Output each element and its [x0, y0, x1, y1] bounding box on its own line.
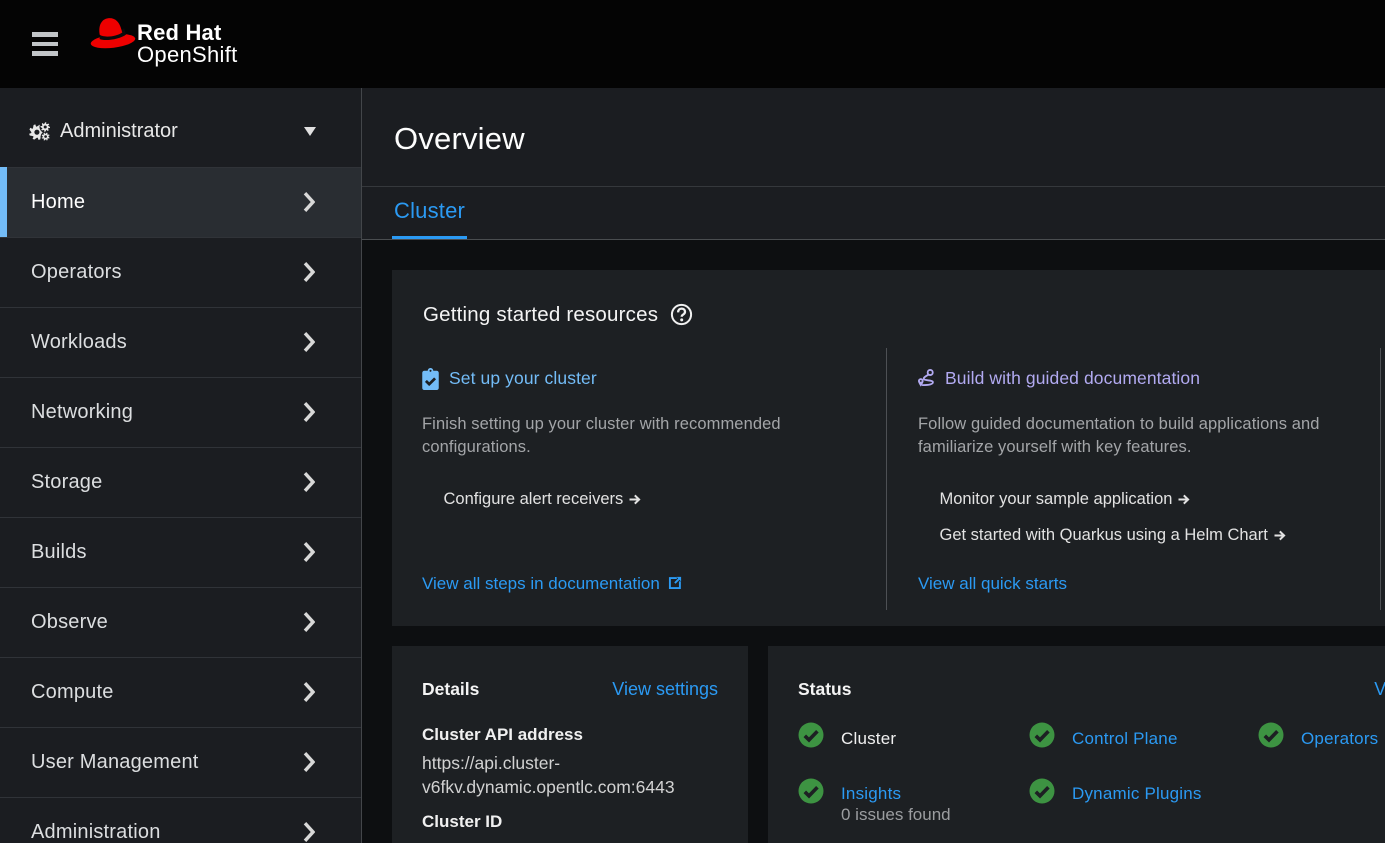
cluster-id-label: Cluster ID: [422, 810, 718, 834]
sidebar-item-storage[interactable]: Storage: [0, 447, 361, 517]
getting-started-title: Getting started resources: [423, 301, 658, 328]
sidebar-item-networking[interactable]: Networking: [0, 377, 361, 447]
sidebar-item-observe[interactable]: Observe: [0, 587, 361, 657]
status-title: Status: [798, 677, 851, 701]
chevron-right-icon: [303, 401, 315, 423]
status-link[interactable]: Control Plane: [1072, 729, 1178, 748]
chevron-right-icon: [303, 191, 315, 213]
getting-started-card: Getting started resources: [392, 270, 1385, 626]
sidebar-item-label: User Management: [31, 751, 199, 774]
help-button[interactable]: [670, 303, 693, 326]
status-item-control-plane: Control Plane: [1029, 722, 1258, 751]
getting-started-col-offscreen: [1380, 348, 1385, 610]
chevron-right-icon: [303, 751, 315, 773]
page-header: Overview: [362, 88, 1385, 187]
status-card: Status View alerts Cluster Control Plane O…: [768, 646, 1385, 843]
redhat-fedora-icon: [90, 17, 136, 49]
masthead: Red Hat OpenShift: [0, 0, 1385, 88]
details-list: Cluster API address https://api.cluster-…: [422, 723, 718, 834]
sidebar-item-administration[interactable]: Administration: [0, 797, 361, 843]
chevron-right-icon: [303, 471, 315, 493]
check-circle-icon: [1029, 778, 1055, 804]
caret-down-icon: [304, 127, 316, 136]
sidebar-item-user-management[interactable]: User Management: [0, 727, 361, 797]
content-area: Getting started resources: [362, 240, 1385, 843]
status-subtext: 0 issues found: [841, 803, 951, 827]
sidebar-item-compute[interactable]: Compute: [0, 657, 361, 727]
external-link-icon: [668, 576, 682, 590]
sidebar-item-label: Administration: [31, 821, 161, 843]
view-settings-link[interactable]: View settings: [612, 679, 718, 700]
status-link[interactable]: Insights: [841, 784, 901, 803]
sidebar-item-label: Compute: [31, 681, 114, 704]
monitor-sample-app-link[interactable]: Monitor your sample application: [940, 487, 1191, 511]
sidebar-item-label: Operators: [31, 261, 122, 284]
sidebar-nav-list: Home Operators Workloads Networking Storage B…: [0, 167, 361, 843]
status-item-insights: Insights0 issues found: [798, 778, 1029, 827]
chevron-right-icon: [303, 261, 315, 283]
sidebar-nav: Administrator Home Operators Workloads Netw…: [0, 88, 362, 843]
view-alerts-link[interactable]: View alerts: [1374, 679, 1385, 700]
clipboard-check-icon: [422, 368, 439, 390]
brand-line1: Red Hat: [137, 24, 238, 42]
chevron-right-icon: [303, 611, 315, 633]
tab-cluster[interactable]: Cluster: [392, 187, 467, 239]
sidebar-item-label: Observe: [31, 611, 108, 634]
sidebar-item-label: Storage: [31, 471, 102, 494]
cluster-api-address-value: https://api.cluster-v6fkv.dynamic.opentl…: [422, 751, 718, 799]
cogs-icon: [29, 122, 50, 141]
status-item-operators: Operators: [1258, 722, 1385, 751]
getting-started-col-setup: Set up your cluster Finish setting up yo…: [392, 348, 886, 610]
check-circle-icon: [1029, 722, 1055, 748]
view-all-quick-starts-link[interactable]: View all quick starts: [918, 574, 1067, 593]
chevron-right-icon: [303, 541, 315, 563]
main-area: Overview Cluster Getting started resourc…: [362, 88, 1385, 843]
details-card: Details View settings Cluster API addres…: [392, 646, 748, 843]
check-circle-icon: [798, 778, 824, 804]
sidebar-item-home[interactable]: Home: [0, 167, 361, 237]
sidebar-item-label: Workloads: [31, 331, 127, 354]
page-title: Overview: [394, 121, 1385, 157]
check-circle-icon: [1258, 722, 1284, 748]
tab-bar: Cluster: [362, 187, 1385, 240]
quarkus-helm-chart-link[interactable]: Get started with Quarkus using a Helm Ch…: [940, 523, 1286, 547]
sidebar-item-label: Networking: [31, 401, 133, 424]
sidebar-item-operators[interactable]: Operators: [0, 237, 361, 307]
arrow-right-icon: [1274, 530, 1286, 541]
sidebar-item-workloads[interactable]: Workloads: [0, 307, 361, 377]
configure-alert-receivers-link[interactable]: Configure alert receivers: [444, 487, 642, 511]
cluster-api-address-label: Cluster API address: [422, 723, 718, 747]
arrow-right-icon: [629, 494, 641, 505]
status-link[interactable]: Dynamic Plugins: [1072, 784, 1202, 803]
perspective-label: Administrator: [60, 120, 178, 143]
chevron-right-icon: [303, 821, 315, 843]
tab-label: Cluster: [394, 198, 465, 223]
sidebar-item-label: Home: [31, 191, 85, 214]
chevron-right-icon: [303, 331, 315, 353]
build-guided-description: Follow guided documentation to build app…: [918, 413, 1338, 460]
status-link[interactable]: Operators: [1301, 729, 1378, 748]
brand-logo[interactable]: Red Hat OpenShift: [90, 16, 238, 66]
brand-line2: OpenShift: [137, 44, 238, 66]
details-title: Details: [422, 677, 479, 701]
question-circle-icon: [670, 303, 693, 326]
nav-toggle-button[interactable]: [19, 17, 71, 71]
getting-started-col-build: Build with guided documentation Follow g…: [886, 348, 1380, 610]
sidebar-item-builds[interactable]: Builds: [0, 517, 361, 587]
status-item-dynamic-plugins: Dynamic Plugins: [1029, 778, 1258, 827]
setup-cluster-description: Finish setting up your cluster with reco…: [422, 413, 842, 460]
sidebar-item-label: Builds: [31, 541, 87, 564]
status-grid: Cluster Control Plane Operators Insights0 i…: [798, 722, 1385, 827]
status-text: Cluster: [841, 729, 896, 748]
chevron-right-icon: [303, 681, 315, 703]
perspective-switcher[interactable]: Administrator: [0, 88, 361, 167]
build-guided-heading: Build with guided documentation: [945, 368, 1200, 389]
arrow-right-icon: [1178, 494, 1190, 505]
view-all-steps-link[interactable]: View all steps in documentation: [422, 574, 682, 593]
status-item-cluster: Cluster: [798, 722, 1029, 751]
check-circle-icon: [798, 722, 824, 748]
hamburger-icon: [32, 32, 58, 37]
setup-cluster-heading: Set up your cluster: [449, 368, 597, 389]
route-icon: [918, 368, 935, 389]
